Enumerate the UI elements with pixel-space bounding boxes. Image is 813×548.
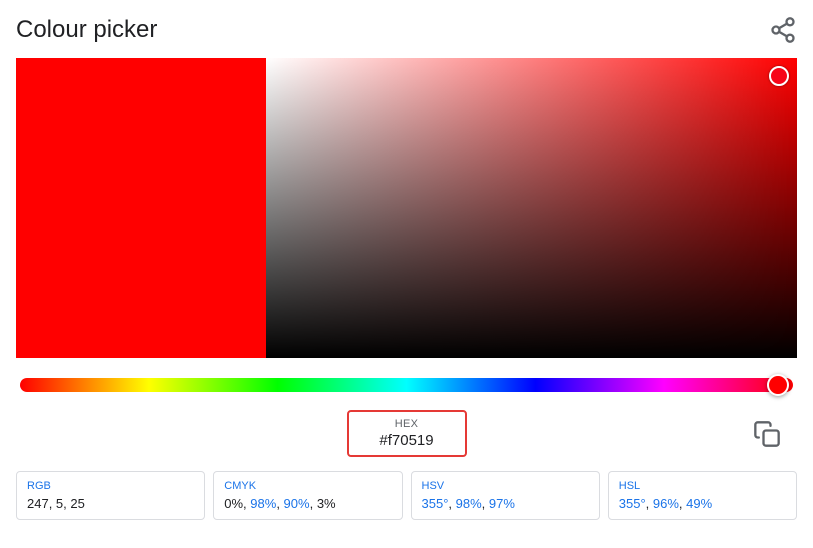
hsl-label: HSL	[619, 480, 786, 492]
hsl-s: 96%	[653, 496, 679, 511]
hsl-box: HSL 355°, 96%, 49%	[608, 471, 797, 520]
hue-slider-container	[16, 378, 797, 392]
rgb-label: RGB	[27, 480, 194, 492]
gradient-mixed	[266, 58, 797, 358]
hex-box[interactable]: HEX #f70519	[347, 410, 467, 457]
hex-row: HEX #f70519	[16, 410, 797, 457]
color-gradient[interactable]	[16, 58, 797, 358]
hsv-h: 355°	[422, 496, 449, 511]
page-title: Colour picker	[16, 16, 157, 44]
hex-value: #f70519	[373, 432, 441, 449]
color-values-grid: RGB 247, 5, 25 CMYK 0%, 98%, 90%, 3% HSV…	[16, 471, 797, 520]
gradient-solid	[16, 58, 266, 358]
hsv-box: HSV 355°, 98%, 97%	[411, 471, 600, 520]
hsl-h: 355°	[619, 496, 646, 511]
hsl-l: 49%	[686, 496, 712, 511]
share-icon[interactable]	[769, 16, 797, 44]
hsl-value: 355°, 96%, 49%	[619, 496, 786, 511]
hsv-value: 355°, 98%, 97%	[422, 496, 589, 511]
hsv-label: HSV	[422, 480, 589, 492]
hex-label: HEX	[373, 418, 441, 430]
rgb-box: RGB 247, 5, 25	[16, 471, 205, 520]
cmyk-box: CMYK 0%, 98%, 90%, 3%	[213, 471, 402, 520]
cmyk-value: 0%, 98%, 90%, 3%	[224, 496, 391, 511]
hue-slider-track[interactable]	[20, 378, 793, 392]
rgb-value: 247, 5, 25	[27, 496, 194, 511]
cmyk-label: CMYK	[224, 480, 391, 492]
header: Colour picker	[16, 16, 797, 44]
hue-slider-thumb[interactable]	[767, 374, 789, 396]
cmyk-k: 3%	[317, 496, 336, 511]
hsv-s: 98%	[456, 496, 482, 511]
gradient-cursor[interactable]	[769, 66, 789, 86]
cmyk-y: 90%	[284, 496, 310, 511]
hsv-v: 97%	[489, 496, 515, 511]
copy-icon[interactable]	[753, 420, 781, 448]
cmyk-m: 98%	[250, 496, 276, 511]
cmyk-c: 0%	[224, 496, 243, 511]
